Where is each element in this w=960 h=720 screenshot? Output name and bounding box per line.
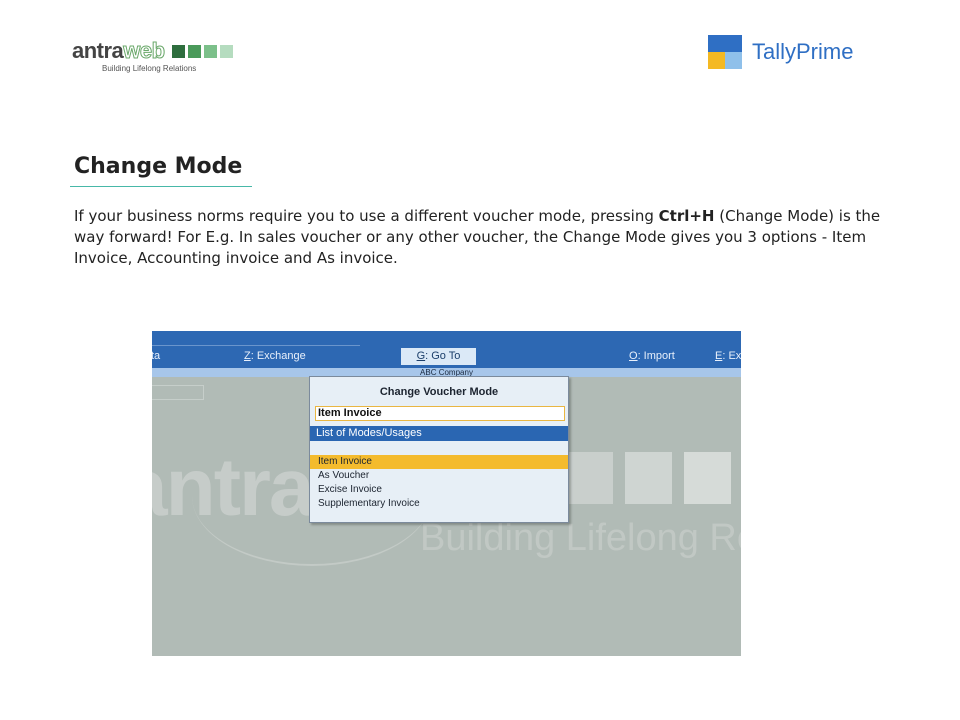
- tally-screenshot: ta Z: Exchange G: Go To O: Import E: Ex …: [152, 331, 741, 656]
- antraweb-tagline: Building Lifelong Relations: [102, 64, 197, 73]
- title-underline: [70, 186, 252, 187]
- list-item-supplementary-invoice[interactable]: Supplementary Invoice: [310, 497, 568, 511]
- change-voucher-mode-dialog: Change Voucher Mode Item Invoice List of…: [309, 376, 569, 523]
- exchange-button[interactable]: Z: Exchange: [244, 350, 306, 362]
- mode-list: Item Invoice As Voucher Excise Invoice S…: [310, 455, 568, 511]
- tallyprime-mark-icon: [708, 35, 742, 69]
- voucher-mode-input[interactable]: Item Invoice: [315, 406, 565, 421]
- page-title: Change Mode: [74, 154, 243, 179]
- antraweb-logo: antraweb Building Lifelong Relations: [72, 38, 242, 76]
- dialog-title: Change Voucher Mode: [379, 386, 499, 398]
- tally-top-button-bar: ta Z: Exchange G: Go To O: Import E: Ex: [152, 331, 741, 368]
- button-ta-truncated[interactable]: ta: [152, 350, 160, 362]
- tallyprime-logo: TallyPrime: [708, 34, 878, 70]
- watermark-tagline: Building Lifelong Relations: [420, 517, 741, 559]
- goto-button[interactable]: G: Go To: [401, 348, 476, 365]
- intro-paragraph: If your business norms require you to us…: [74, 207, 881, 267]
- antraweb-squares: [172, 45, 233, 58]
- list-item-as-voucher[interactable]: As Voucher: [310, 469, 568, 483]
- tallyprime-wordmark: TallyPrime: [752, 39, 854, 64]
- list-item-excise-invoice[interactable]: Excise Invoice: [310, 483, 568, 497]
- export-button-truncated[interactable]: E: Ex: [715, 350, 741, 362]
- list-header: List of Modes/Usages: [310, 426, 568, 441]
- antraweb-wordmark: antraweb: [72, 38, 166, 63]
- import-button[interactable]: O: Import: [629, 350, 675, 362]
- list-item-item-invoice[interactable]: Item Invoice: [310, 455, 568, 469]
- background-field: [152, 385, 204, 400]
- shortcut-key: Ctrl+H: [658, 207, 715, 225]
